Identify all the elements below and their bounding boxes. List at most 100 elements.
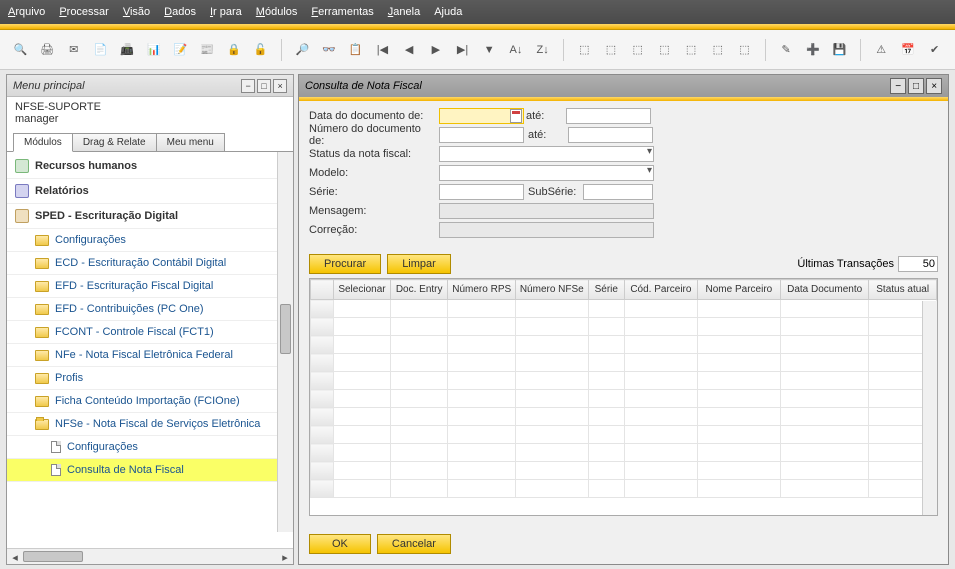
add-icon[interactable]: ➕ [803,39,824,61]
tree-nfe[interactable]: NFe - Nota Fiscal Eletrônica Federal [7,344,293,367]
col-nome-parceiro[interactable]: Nome Parceiro [697,280,780,300]
menu-janela[interactable]: Janela [388,6,420,18]
cancelar-button[interactable]: Cancelar [377,534,451,554]
lock-icon[interactable]: 🔒 [224,39,245,61]
minimize-icon[interactable]: − [890,78,906,94]
tool7-icon[interactable]: ⬚ [734,39,755,61]
check-icon[interactable]: ✔ [924,39,945,61]
tab-meu-menu[interactable]: Meu menu [156,133,225,152]
save-icon[interactable]: 💾 [829,39,850,61]
table-row[interactable] [311,408,937,426]
menu-processar[interactable]: Processar [59,6,109,18]
tree-ficha[interactable]: Ficha Conteúdo Importação (FCIOne) [7,390,293,413]
tool5-icon[interactable]: ⬚ [681,39,702,61]
cal-icon[interactable]: 📅 [898,39,919,61]
alert-icon[interactable]: ⚠ [871,39,892,61]
col-selecionar[interactable]: Selecionar [333,280,390,300]
table-row[interactable] [311,372,937,390]
limpar-button[interactable]: Limpar [387,254,451,274]
menu-dados[interactable]: Dados [164,6,196,18]
tool2-icon[interactable]: ⬚ [601,39,622,61]
table-row[interactable] [311,480,937,498]
tree-configuracoes[interactable]: Configurações [7,229,293,252]
input-num-doc-de[interactable] [439,127,524,143]
new-icon[interactable]: 📋 [345,39,366,61]
table-row[interactable] [311,444,937,462]
tree-efd-fiscal[interactable]: EFD - Escrituração Fiscal Digital [7,275,293,298]
sort-za-icon[interactable]: Z↓ [532,39,553,61]
tool3-icon[interactable]: ⬚ [627,39,648,61]
word-icon[interactable]: 📝 [170,39,191,61]
first-icon[interactable]: |◀ [372,39,393,61]
pdf-icon[interactable]: 📰 [197,39,218,61]
tree-scrollbar-vertical[interactable] [277,152,293,532]
maximize-icon[interactable]: □ [257,79,271,93]
select-modelo[interactable] [439,165,654,181]
col-data-documento[interactable]: Data Documento [780,280,868,300]
last-icon[interactable]: ▶| [452,39,473,61]
calendar-icon[interactable] [510,109,522,123]
fax-icon[interactable]: 📠 [117,39,138,61]
input-data-doc-ate[interactable] [566,108,651,124]
tab-drag-relate[interactable]: Drag & Relate [72,133,157,152]
tree-recursos-humanos[interactable]: Recursos humanos [7,154,293,179]
print-icon[interactable]: 🖨 [37,39,58,61]
col-status-atual[interactable]: Status atual [869,280,937,300]
lock2-icon[interactable]: 🔓 [250,39,271,61]
scroll-left-icon[interactable]: ◂ [7,549,23,565]
col-doc-entry[interactable]: Doc. Entry [391,280,448,300]
close-icon[interactable]: × [926,78,942,94]
table-row[interactable] [311,462,937,480]
sort-az-icon[interactable]: A↓ [506,39,527,61]
sms-icon[interactable]: 📄 [90,39,111,61]
tree-sped[interactable]: SPED - Escrituração Digital [7,204,293,229]
tree-relatorios[interactable]: Relatórios [7,179,293,204]
edit-icon[interactable]: ✎ [776,39,797,61]
preview-icon[interactable]: 🔍 [10,39,31,61]
filter-icon[interactable]: ▼ [479,39,500,61]
tree-nfse[interactable]: NFSe - Nota Fiscal de Serviços Eletrônic… [7,413,293,436]
close-icon[interactable]: × [273,79,287,93]
scroll-right-icon[interactable]: ▸ [277,549,293,565]
grid-scrollbar[interactable] [922,301,937,515]
tree-ecd[interactable]: ECD - Escrituração Contábil Digital [7,252,293,275]
tree-scrollbar-horizontal[interactable]: ◂ ▸ [7,548,293,564]
maximize-icon[interactable]: □ [908,78,924,94]
input-num-doc-ate[interactable] [568,127,653,143]
tool6-icon[interactable]: ⬚ [707,39,728,61]
tree-fcont[interactable]: FCONT - Controle Fiscal (FCT1) [7,321,293,344]
col-numero-rps[interactable]: Número RPS [448,280,516,300]
tab-modulos[interactable]: Módulos [13,133,73,152]
tree-efd-contrib[interactable]: EFD - Contribuições (PC One) [7,298,293,321]
col-numero-nfse[interactable]: Número NFSe [515,280,588,300]
grid-rowheader[interactable] [311,280,334,300]
table-row[interactable] [311,318,937,336]
menu-irpara[interactable]: Ir para [210,6,242,18]
col-serie[interactable]: Série [588,280,624,300]
email-icon[interactable]: ✉ [63,39,84,61]
input-ultimas[interactable] [898,256,938,272]
table-row[interactable] [311,336,937,354]
menu-arquivo[interactable]: Arquivo [8,6,45,18]
prev-icon[interactable]: ◀ [399,39,420,61]
menu-ferramentas[interactable]: Ferramentas [311,6,373,18]
menu-ajuda[interactable]: Ajuda [434,6,462,18]
table-row[interactable] [311,300,937,318]
ok-button[interactable]: OK [309,534,371,554]
binoculars-icon[interactable]: 👓 [319,39,340,61]
tool4-icon[interactable]: ⬚ [654,39,675,61]
table-row[interactable] [311,354,937,372]
table-row[interactable] [311,426,937,444]
menu-visao[interactable]: Visão [123,6,150,18]
col-cod-parceiro[interactable]: Cód. Parceiro [625,280,698,300]
input-serie[interactable] [439,184,524,200]
tree-profis[interactable]: Profis [7,367,293,390]
minimize-icon[interactable]: − [241,79,255,93]
input-subserie[interactable] [583,184,653,200]
find-icon[interactable]: 🔎 [292,39,313,61]
tree-nfse-config[interactable]: Configurações [7,436,293,459]
next-icon[interactable]: ▶ [425,39,446,61]
table-row[interactable] [311,390,937,408]
excel-icon[interactable]: 📊 [144,39,165,61]
menu-modulos[interactable]: Módulos [256,6,298,18]
